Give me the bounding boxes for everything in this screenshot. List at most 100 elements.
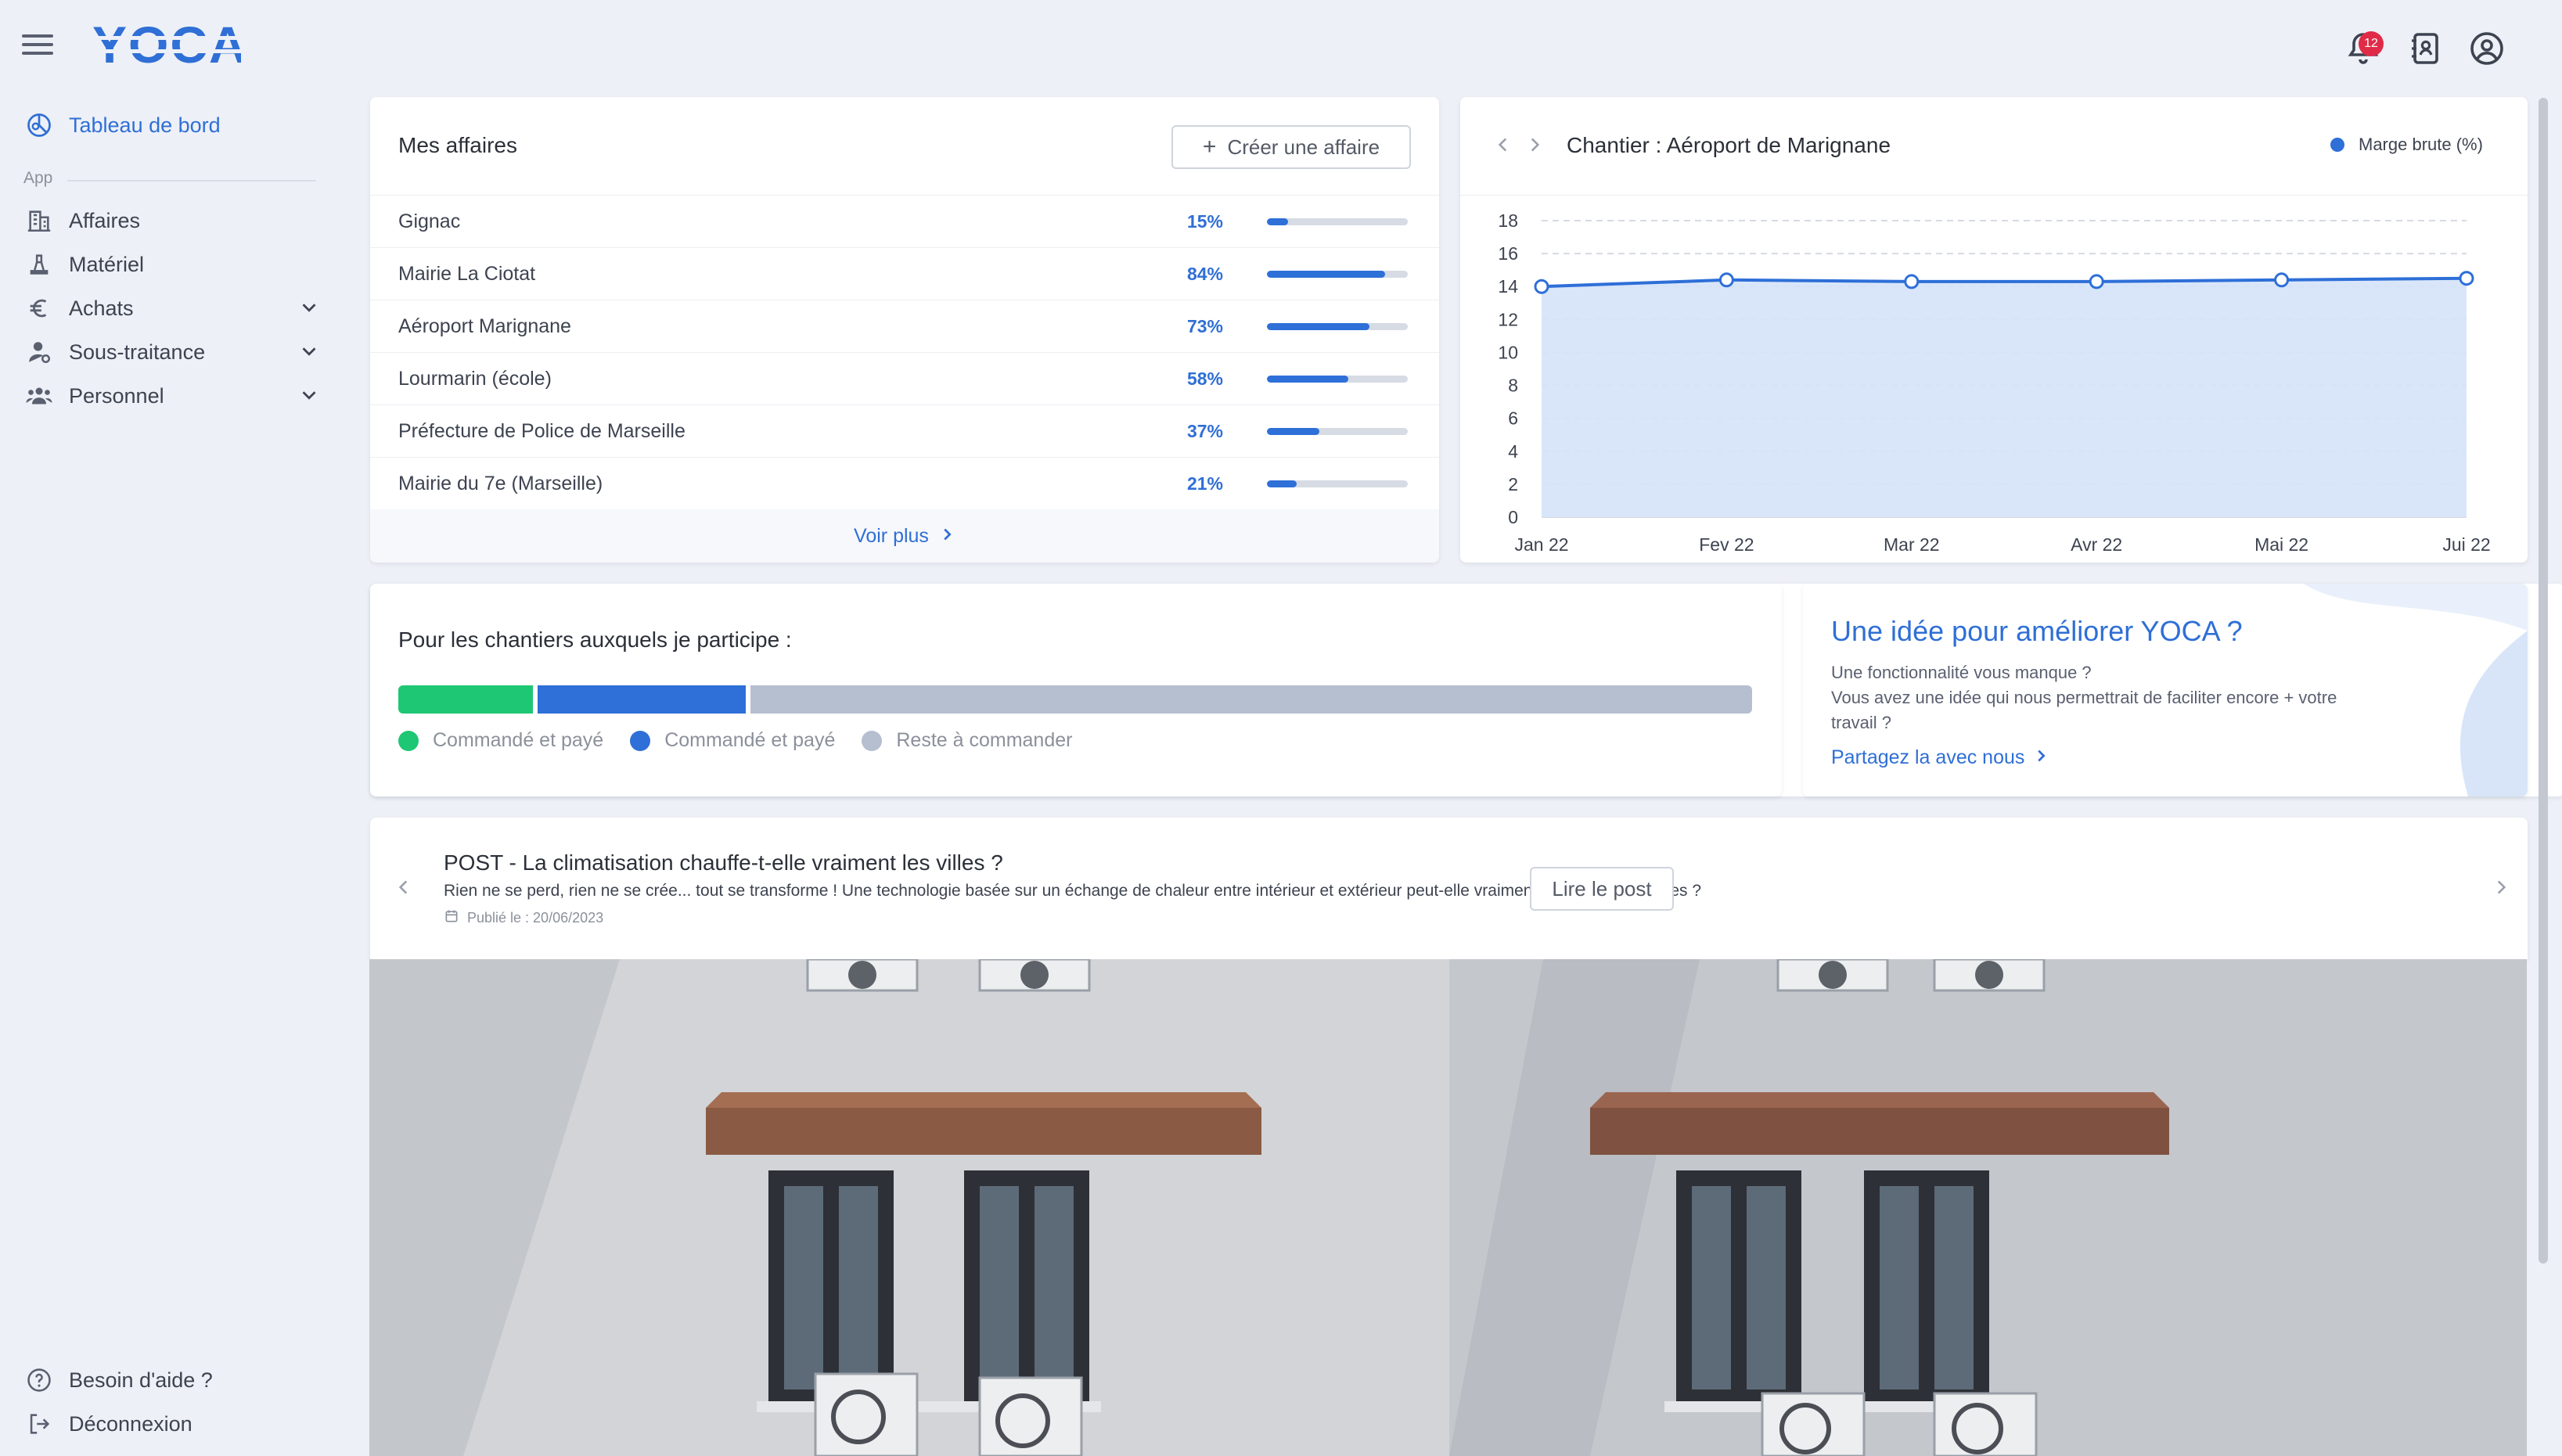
table-row[interactable]: Gignac 15% xyxy=(370,195,1439,247)
euro-icon xyxy=(23,293,55,324)
chantier-card: Chantier : Aéroport de Marignane Marge b… xyxy=(1460,97,2528,563)
affaire-name: Lourmarin (école) xyxy=(398,367,552,390)
sidebar-item-affaires[interactable]: Affaires xyxy=(23,203,321,238)
y-tick-label: 8 xyxy=(1508,376,1518,396)
progress-track xyxy=(1267,322,1408,330)
logo-text: YOCA xyxy=(92,17,241,72)
contacts-book-icon[interactable] xyxy=(2407,30,2445,67)
x-tick-label: Avr 22 xyxy=(2071,534,2122,555)
idea-line: Vous avez une idée qui nous permettrait … xyxy=(1831,688,2337,707)
chevron-down-icon[interactable] xyxy=(297,383,321,412)
margin-line-chart: 0 2 4 6 8 10 12 14 16 18 Jan 22 Fev 22 Mar 22 Avr 22 M… xyxy=(1498,210,2490,555)
x-tick-label: Jui 22 xyxy=(2442,534,2490,555)
progress-fill xyxy=(1267,218,1288,225)
chevron-down-icon[interactable] xyxy=(297,296,321,325)
affaire-pct: 37% xyxy=(1186,420,1223,441)
participation-legend: Commandé et payé Commandé et payé Reste … xyxy=(398,729,1099,752)
participation-title: Pour les chantiers auxquels je participe… xyxy=(398,627,792,652)
stack-segment xyxy=(750,685,1752,714)
voir-plus-bar: Voir plus xyxy=(370,509,1439,563)
chevron-down-icon[interactable] xyxy=(297,340,321,368)
sidebar-item-materiel[interactable]: Matériel xyxy=(23,247,321,282)
chevron-left-icon[interactable] xyxy=(394,877,414,901)
chevron-left-icon[interactable] xyxy=(1493,135,1513,159)
post-excerpt: Rien ne se perd, rien ne se crée... tout… xyxy=(444,882,1702,900)
post-date: Publié le : 20/06/2023 xyxy=(467,910,604,926)
progress-track xyxy=(1267,427,1408,435)
legend-marker xyxy=(630,730,651,751)
progress-track xyxy=(1267,480,1408,487)
data-point xyxy=(1534,279,1549,294)
x-tick-label: Mai 22 xyxy=(2254,534,2308,555)
legend-item: Commandé et payé xyxy=(398,729,603,752)
table-row[interactable]: Préfecture de Police de Marseille 37% xyxy=(370,404,1439,457)
table-row[interactable]: Lourmarin (école) 58% xyxy=(370,352,1439,404)
affaire-name: Aéroport Marignane xyxy=(398,315,571,337)
chevron-right-icon[interactable] xyxy=(1524,135,1545,159)
progress-fill xyxy=(1267,427,1319,435)
y-tick-label: 12 xyxy=(1498,309,1518,329)
sidebar-divider xyxy=(67,180,316,182)
legend-item: Commandé et payé xyxy=(630,729,835,752)
voir-plus-link[interactable]: Voir plus xyxy=(854,525,929,548)
legend-label: Commandé et payé xyxy=(433,729,604,751)
progress-track xyxy=(1267,270,1408,278)
affaires-title: Mes affaires xyxy=(398,133,517,157)
post-date-wrap: Publié le : 20/06/2023 xyxy=(444,908,603,928)
progress-track xyxy=(1267,375,1408,383)
affaire-name: Mairie du 7e (Marseille) xyxy=(398,472,603,494)
table-row[interactable]: Aéroport Marignane 73% xyxy=(370,300,1439,352)
progress-fill xyxy=(1267,480,1297,487)
x-tick-label: Jan 22 xyxy=(1514,534,1568,555)
data-point xyxy=(1718,272,1734,288)
sidebar-item-help[interactable]: Besoin d'aide ? xyxy=(23,1363,321,1397)
share-idea-link[interactable]: Partagez la avec nous xyxy=(1831,746,2024,769)
menu-icon[interactable] xyxy=(22,34,53,61)
sidebar-item-logout[interactable]: Déconnexion xyxy=(23,1407,321,1441)
idea-link-wrap[interactable]: Partagez la avec nous xyxy=(1831,746,2049,769)
participation-card-body: Pour les chantiers auxquels je participe… xyxy=(370,584,1782,796)
sidebar-item-label: Sous-traitance xyxy=(69,340,206,364)
affaire-pct: 58% xyxy=(1186,368,1223,389)
chevron-right-icon[interactable] xyxy=(938,526,955,547)
affaires-card: Mes affaires + Créer une affaire Gignac … xyxy=(370,97,1439,563)
tool-icon xyxy=(23,249,55,280)
page-scrollbar[interactable] xyxy=(2539,98,2548,1264)
post-cover-image[interactable] xyxy=(369,959,2527,1456)
table-row[interactable]: Mairie du 7e (Marseille) 21% xyxy=(370,457,1439,509)
help-icon xyxy=(23,1364,55,1396)
idea-line: Une fonctionnalité vous manque ? xyxy=(1831,663,2092,682)
y-tick-label: 10 xyxy=(1498,342,1518,362)
logout-icon xyxy=(23,1408,55,1440)
chevron-right-icon[interactable] xyxy=(2491,877,2511,901)
calendar-icon xyxy=(444,908,459,928)
participation-stacked-bar xyxy=(398,685,1752,714)
read-post-button[interactable]: Lire le post xyxy=(1530,867,1674,911)
user-account-icon[interactable] xyxy=(2468,30,2506,67)
sidebar-item-personnel[interactable]: Personnel xyxy=(23,379,321,413)
sidebar-item-label: Achats xyxy=(69,296,134,320)
create-affaire-button[interactable]: + Créer une affaire xyxy=(1171,125,1411,169)
affaire-pct: 15% xyxy=(1186,210,1223,232)
post-title[interactable]: POST - La climatisation chauffe-t-elle v… xyxy=(444,850,1003,875)
affaire-name: Mairie La Ciotat xyxy=(398,262,536,285)
progress-track xyxy=(1267,218,1408,225)
sidebar-item-label: Personnel xyxy=(69,383,164,408)
progress-fill xyxy=(1267,270,1386,278)
table-row[interactable]: Mairie La Ciotat 84% xyxy=(370,247,1439,300)
x-tick-label: Fev 22 xyxy=(1699,534,1754,555)
y-tick-label: 6 xyxy=(1508,408,1518,429)
plus-icon: + xyxy=(1202,134,1217,160)
create-affaire-label: Créer une affaire xyxy=(1227,135,1380,159)
sidebar-item-dashboard[interactable]: Tableau de bord xyxy=(23,108,321,142)
sidebar-item-achats[interactable]: Achats xyxy=(23,291,321,325)
affaire-pct: 73% xyxy=(1186,315,1223,336)
legend-item: Reste à commander xyxy=(862,729,1072,752)
y-tick-label: 16 xyxy=(1498,243,1518,264)
dashboard-icon xyxy=(23,110,55,141)
sidebar-item-sous-traitance[interactable]: Sous-traitance xyxy=(23,335,321,369)
progress-fill xyxy=(1267,375,1349,383)
chart-area xyxy=(1542,278,2467,517)
yoca-logo[interactable]: YOCA xyxy=(92,17,241,72)
chevron-right-icon[interactable] xyxy=(2032,747,2049,768)
